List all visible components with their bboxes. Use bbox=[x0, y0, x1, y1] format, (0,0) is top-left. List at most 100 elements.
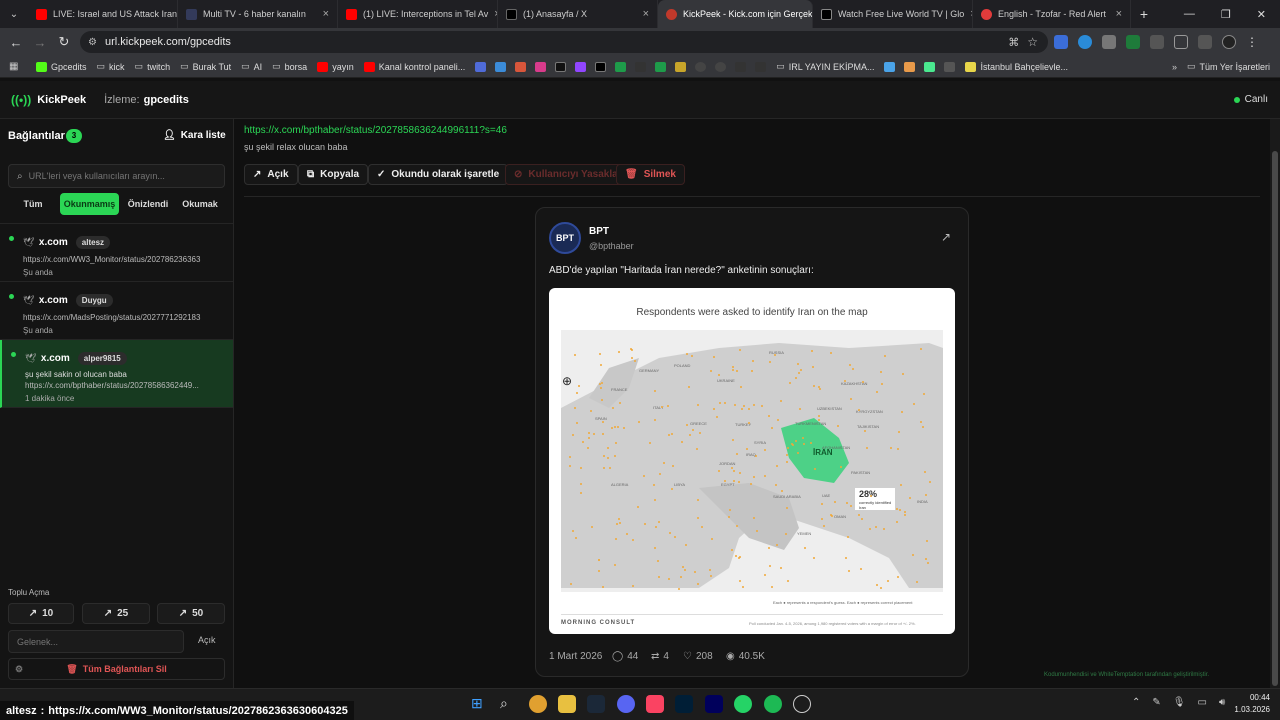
browser-tab[interactable]: Multi TV - 6 haber kanalın × bbox=[178, 0, 338, 28]
ban-user-button[interactable]: ⊘ Kullanıcıyı Yasakla bbox=[505, 164, 627, 185]
windows-start-icon[interactable]: ⊞ bbox=[471, 695, 489, 713]
bookmark-icon[interactable] bbox=[944, 61, 956, 72]
music-icon[interactable] bbox=[646, 695, 664, 713]
bulk-open-10-button[interactable]: ↗ 10 bbox=[8, 603, 74, 624]
bookmark-item[interactable]: ▭ twitch bbox=[135, 61, 171, 72]
browser-tab[interactable]: LIVE: Israel and US Attack Iran× bbox=[28, 0, 178, 28]
bookmark-item[interactable]: İstanbul Bahçelievle... bbox=[965, 61, 1068, 72]
discord-icon[interactable] bbox=[617, 695, 635, 713]
blacklist-button[interactable]: 👤︎ Kara liste bbox=[163, 130, 226, 141]
scrollbar-thumb[interactable] bbox=[1272, 151, 1278, 686]
sheets-icon[interactable] bbox=[615, 61, 627, 72]
delete-button[interactable]: 🗑︎ Silmek bbox=[616, 164, 685, 185]
bookmark-star-icon[interactable]: ☆ bbox=[1027, 35, 1048, 49]
tweet-avatar[interactable]: BPT bbox=[549, 222, 581, 254]
tray-volume-icon[interactable]: 🔊︎ bbox=[1219, 697, 1225, 708]
instagram-icon[interactable] bbox=[535, 61, 547, 72]
mark-read-button[interactable]: ✓ Okundu olarak işaretle bbox=[368, 164, 509, 185]
tweet-image[interactable]: Respondents were asked to identify Iran … bbox=[549, 288, 955, 634]
reload-icon[interactable]: ↻ bbox=[52, 34, 76, 50]
filter-tab-all[interactable]: Tüm bbox=[20, 193, 46, 215]
photoshop-icon[interactable] bbox=[675, 695, 693, 713]
bookmark-item[interactable]: Gpcedits bbox=[36, 61, 87, 72]
bookmark-icon[interactable] bbox=[495, 61, 507, 72]
extensions-puzzle-icon[interactable] bbox=[1150, 35, 1164, 49]
new-tab-button[interactable]: + bbox=[1131, 6, 1157, 22]
more-bookmarks-icon[interactable]: » bbox=[1172, 62, 1177, 72]
all-bookmarks[interactable]: ▭ Tüm Yer İşaretleri bbox=[1187, 61, 1280, 72]
copy-button[interactable]: ⧉ Kopyala bbox=[298, 164, 369, 185]
minimize-icon[interactable]: — bbox=[1184, 8, 1195, 21]
bookmark-item[interactable]: ▭ AI bbox=[241, 61, 262, 72]
url-text[interactable]: url.kickpeek.com/gpcedits bbox=[105, 36, 231, 48]
download-icon[interactable] bbox=[1174, 35, 1188, 49]
close-tab-icon[interactable]: × bbox=[323, 8, 329, 20]
extension-icon[interactable] bbox=[1078, 35, 1092, 49]
tweet-author-name[interactable]: BPT bbox=[589, 226, 609, 237]
bookmark-item[interactable]: ▭ Burak Tut bbox=[180, 61, 231, 72]
retweet-count[interactable]: ⇄ 4 bbox=[651, 651, 669, 662]
connection-item[interactable]: 🕊︎ x.com Duygu https://x.com/MadsPosting/… bbox=[0, 282, 233, 340]
delete-all-button[interactable]: ⚙ 🗑︎ Tüm Bağlantıları Sil bbox=[8, 658, 225, 680]
forward-icon[interactable]: → bbox=[28, 35, 52, 50]
spotify-icon[interactable] bbox=[764, 695, 782, 713]
bulk-open-25-button[interactable]: ↗ 25 bbox=[82, 603, 150, 624]
apps-grid-icon[interactable]: ▦ bbox=[9, 61, 18, 72]
browser-tab-active[interactable]: KickPeek - Kick.com için Gerçek× bbox=[658, 0, 813, 28]
open-button[interactable]: ↗ Açık bbox=[244, 164, 298, 185]
browser-tab[interactable]: English - Tzofar - Red Alert × bbox=[973, 0, 1131, 28]
chrome-icon[interactable] bbox=[529, 695, 547, 713]
taskbar-search-icon[interactable]: ⌕ bbox=[500, 695, 518, 713]
tray-expand-icon[interactable]: ⌃ bbox=[1132, 697, 1140, 708]
bookmark-icon[interactable] bbox=[695, 61, 707, 72]
extension-icon[interactable] bbox=[1054, 35, 1068, 49]
extension-icon[interactable] bbox=[1102, 35, 1116, 49]
bulk-open-50-button[interactable]: ↗ 50 bbox=[157, 603, 225, 624]
tray-monitor-icon[interactable]: ▭ bbox=[1197, 697, 1206, 708]
reply-count[interactable]: ◯ 44 bbox=[612, 651, 638, 662]
bookmark-icon[interactable] bbox=[515, 61, 527, 72]
whatsapp-icon[interactable] bbox=[734, 695, 752, 713]
tray-mic-icon[interactable]: 🎙︎ bbox=[1173, 697, 1186, 708]
like-count[interactable]: ♡ 208 bbox=[683, 651, 713, 662]
bookmark-icon[interactable] bbox=[655, 61, 667, 72]
x-icon[interactable] bbox=[595, 61, 607, 72]
omnibox[interactable]: ⚙ url.kickpeek.com/gpcedits ⌘ ☆ bbox=[80, 31, 1048, 53]
open-external-icon[interactable]: ↗ bbox=[941, 230, 951, 244]
back-icon[interactable]: ← bbox=[4, 35, 28, 50]
filter-tab-unread[interactable]: Okunmamış bbox=[60, 193, 119, 215]
bookmark-icon[interactable] bbox=[475, 61, 487, 72]
bookmark-icon[interactable] bbox=[755, 61, 767, 72]
bookmark-item[interactable]: yayın bbox=[317, 61, 354, 72]
message-link[interactable]: https://x.com/bpthaber/status/2027858636… bbox=[244, 125, 507, 136]
bookmark-icon[interactable] bbox=[715, 61, 727, 72]
bookmark-item[interactable]: ▭ IRL YAYIN EKİPMA... bbox=[776, 61, 874, 72]
bookmark-icon[interactable] bbox=[735, 61, 747, 72]
bookmark-icon[interactable] bbox=[675, 61, 687, 72]
profile-avatar[interactable] bbox=[1222, 35, 1236, 49]
zoom-icon[interactable]: ⊕ bbox=[562, 374, 572, 388]
close-tab-icon[interactable]: × bbox=[1116, 8, 1122, 20]
bookmark-icon[interactable] bbox=[924, 61, 936, 72]
browser-tab[interactable]: (1) LIVE: Interceptions in Tel Av× bbox=[338, 0, 498, 28]
close-window-icon[interactable]: ✕ bbox=[1257, 8, 1266, 21]
tray-pen-icon[interactable]: ✎ bbox=[1152, 697, 1160, 708]
clock-time[interactable]: 00:44 bbox=[1236, 693, 1270, 702]
app-icon[interactable] bbox=[793, 695, 811, 713]
file-explorer-icon[interactable] bbox=[558, 695, 576, 713]
filter-tab-previewed[interactable]: Önizlendi bbox=[128, 193, 169, 215]
bookmark-icon[interactable] bbox=[635, 61, 647, 72]
bookmark-item[interactable]: Kanal kontrol paneli... bbox=[363, 61, 465, 72]
browser-tab[interactable]: (1) Anasayfa / X × bbox=[498, 0, 658, 28]
bookmark-item[interactable]: ▭ borsa bbox=[272, 61, 307, 72]
steam-icon[interactable] bbox=[587, 695, 605, 713]
twitch-icon[interactable] bbox=[575, 61, 587, 72]
connection-item[interactable]: 🕊︎ x.com altesz https://x.com/WW3_Monitor… bbox=[0, 224, 233, 282]
media-icon[interactable] bbox=[1198, 35, 1212, 49]
custom-count-input[interactable] bbox=[17, 636, 177, 647]
custom-open-button[interactable]: Açık bbox=[198, 635, 216, 645]
restore-icon[interactable]: ❐ bbox=[1221, 8, 1231, 21]
clock-date[interactable]: 1.03.2026 bbox=[1228, 705, 1270, 714]
bookmark-icon[interactable] bbox=[904, 61, 916, 72]
filter-tab-read[interactable]: Okumak bbox=[182, 193, 218, 215]
